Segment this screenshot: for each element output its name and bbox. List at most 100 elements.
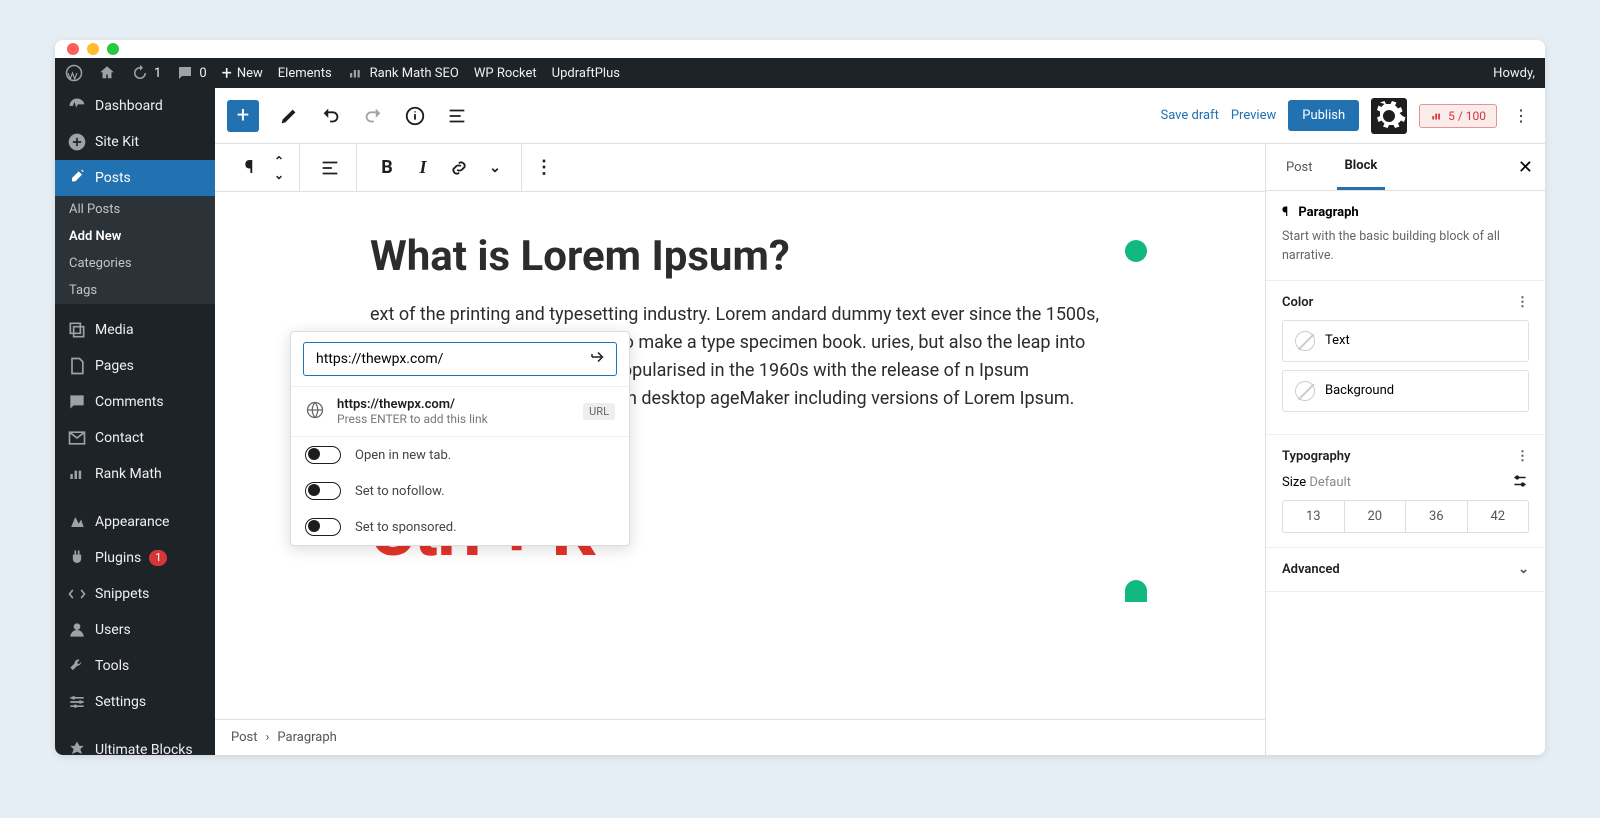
sidebar-item-settings[interactable]: Settings [55,684,215,720]
adminbar-howdy[interactable]: Howdy, [1493,66,1535,81]
minimize-window-dot[interactable] [87,43,99,55]
color-text-button[interactable]: Text [1282,320,1529,362]
plugins-badge: 1 [149,550,167,566]
size-btn-13[interactable]: 13 [1283,501,1345,532]
editor-canvas[interactable]: What is Lorem Ipsum? ext of the printing… [215,192,1265,719]
tab-block[interactable]: Block [1337,144,1386,190]
submit-link-icon[interactable] [589,348,607,370]
block-editor: + Save draft Preview Publish 5 / 100 ⋮ [215,88,1545,755]
close-window-dot[interactable] [67,43,79,55]
link-icon[interactable] [441,150,477,186]
chevron-down-icon[interactable]: ⌄ [477,150,513,186]
size-presets: 13 20 36 42 [1282,500,1529,533]
toggle-nofollow[interactable] [305,482,341,500]
crumb-block[interactable]: Paragraph [277,730,336,745]
seo-score-badge[interactable]: 5 / 100 [1419,104,1497,128]
size-btn-20[interactable]: 20 [1345,501,1407,532]
close-panel-icon[interactable]: ✕ [1518,157,1533,178]
save-draft-button[interactable]: Save draft [1160,108,1218,123]
sidebar-sub-allposts[interactable]: All Posts [55,196,215,223]
link-popup: https://thewpx.com/ Press ENTER to add t… [290,331,630,546]
block-breadcrumb: Post › Paragraph [215,719,1265,755]
adminbar-rankmath[interactable]: Rank Math SEO [347,64,459,82]
block-description: Start with the basic building block of a… [1282,228,1529,266]
toggle-nofollow-label: Set to nofollow. [355,484,445,499]
undo-icon[interactable] [319,104,343,128]
sidebar-item-snippets[interactable]: Snippets [55,576,215,612]
block-more-icon[interactable]: ⋮ [526,150,562,186]
outline-icon[interactable] [445,104,469,128]
redo-icon[interactable] [361,104,385,128]
color-bg-button[interactable]: Background [1282,370,1529,412]
adminbar-updraft[interactable]: UpdraftPlus [552,66,620,81]
add-block-button[interactable]: + [227,100,259,132]
block-toolbar: ¶ ⌃⌄ B I ⌄ ⋮ [215,144,1265,192]
adminbar-new[interactable]: +New [222,63,263,84]
size-btn-36[interactable]: 36 [1406,501,1468,532]
crumb-post[interactable]: Post [231,730,258,745]
settings-gear-icon[interactable] [1371,98,1407,134]
sidebar-sub-categories[interactable]: Categories [55,250,215,277]
paragraph-type-icon[interactable]: ¶ [231,150,267,186]
sidebar-item-tools[interactable]: Tools [55,648,215,684]
tab-post[interactable]: Post [1278,146,1321,189]
link-suggestion[interactable]: https://thewpx.com/ Press ENTER to add t… [291,386,629,437]
bold-icon[interactable]: B [369,150,405,186]
size-btn-42[interactable]: 42 [1468,501,1529,532]
adminbar-home-icon[interactable] [98,64,116,82]
grammar-badge-icon-2 [1125,580,1147,602]
more-options-icon[interactable]: ⋮ [1509,104,1533,128]
globe-icon [305,400,325,424]
move-arrows-icon[interactable]: ⌃⌄ [267,150,291,186]
edit-mode-icon[interactable] [277,104,301,128]
sidebar-item-pages[interactable]: Pages [55,348,215,384]
sidebar-item-ultimate[interactable]: Ultimate Blocks [55,732,215,755]
sidebar-item-appearance[interactable]: Appearance [55,504,215,540]
link-url-input[interactable] [303,342,617,376]
maximize-window-dot[interactable] [107,43,119,55]
sidebar-item-contact[interactable]: Contact [55,420,215,456]
settings-panel: Post Block ✕ ¶ Paragraph Start with the … [1265,144,1545,755]
sidebar-item-sitekit[interactable]: Site Kit [55,124,215,160]
window-titlebar [55,40,1545,58]
adminbar-comments[interactable]: 0 [176,64,206,82]
sidebar-item-rankmath[interactable]: Rank Math [55,456,215,492]
custom-size-icon[interactable] [1511,474,1529,492]
preview-button[interactable]: Preview [1231,108,1276,123]
color-menu-icon[interactable]: ⋮ [1516,295,1529,310]
editor-topbar: + Save draft Preview Publish 5 / 100 ⋮ [215,88,1545,144]
align-icon[interactable] [312,150,348,186]
typography-menu-icon[interactable]: ⋮ [1516,449,1529,464]
advanced-heading[interactable]: Advanced [1282,562,1340,577]
sidebar-item-media[interactable]: Media [55,312,215,348]
publish-button[interactable]: Publish [1288,100,1359,131]
color-swatch-icon [1295,331,1315,351]
sidebar-sub-addnew[interactable]: Add New [55,223,215,250]
toggle-sponsored[interactable] [305,518,341,536]
block-name: Paragraph [1298,205,1358,220]
sidebar-sub-tags[interactable]: Tags [55,277,215,304]
size-default: Default [1309,475,1351,490]
adminbar-elements[interactable]: Elements [278,66,332,81]
grammar-badge-icon [1125,240,1147,262]
sidebar-item-users[interactable]: Users [55,612,215,648]
adminbar-wprocket[interactable]: WP Rocket [474,66,537,81]
url-tag: URL [583,403,615,420]
italic-icon[interactable]: I [405,150,441,186]
chevron-down-icon[interactable]: ⌄ [1518,562,1529,577]
sidebar-item-plugins[interactable]: Plugins1 [55,540,215,576]
adminbar-updates[interactable]: 1 [131,64,161,82]
crumb-sep: › [266,730,270,745]
sidebar-item-comments[interactable]: Comments [55,384,215,420]
info-icon[interactable] [403,104,427,128]
toggle-sponsored-label: Set to sponsored. [355,520,457,535]
sidebar-item-posts[interactable]: Posts [55,160,215,196]
suggestion-sub: Press ENTER to add this link [337,412,571,426]
color-swatch-icon [1295,381,1315,401]
sidebar-item-dashboard[interactable]: Dashboard [55,88,215,124]
toggle-new-tab[interactable] [305,446,341,464]
wp-logo-icon[interactable] [65,64,83,82]
post-title[interactable]: What is Lorem Ipsum? [370,232,1105,281]
admin-sidebar: Dashboard Site Kit Posts All Posts Add N… [55,88,215,755]
color-heading: Color [1282,295,1313,310]
